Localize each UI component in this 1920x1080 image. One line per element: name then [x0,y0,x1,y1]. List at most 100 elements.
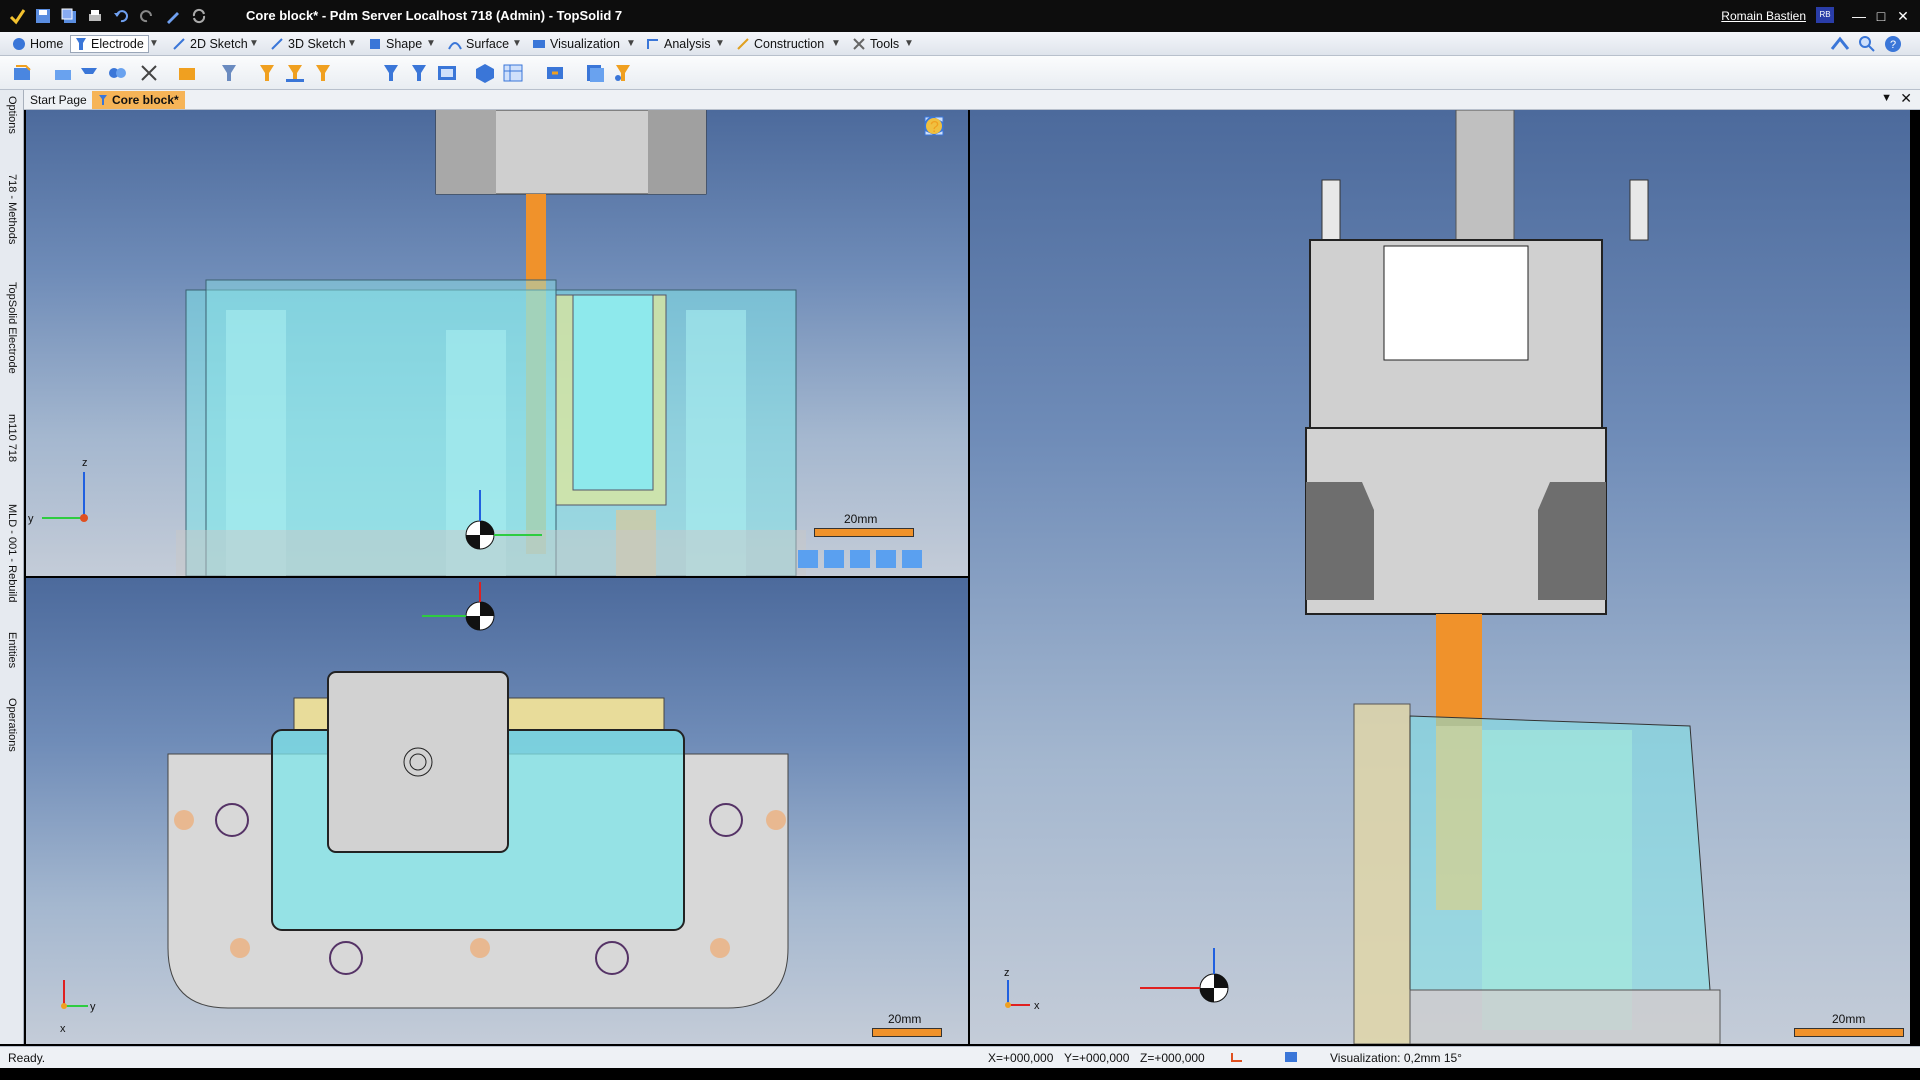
electrode-holder-shade [436,110,496,194]
menu-tools-label: Tools [870,37,900,51]
delete-electrode-icon[interactable] [138,62,160,84]
scale-bar-side [1794,1028,1904,1037]
menu-visualization[interactable]: Visualization [528,35,624,53]
electrode-window-icon[interactable] [436,62,458,84]
print-icon[interactable] [84,5,106,27]
visualization-mode-icon[interactable] [1284,1051,1298,1066]
shape-icon [370,39,380,49]
electrode-link-icon[interactable] [106,62,128,84]
holder-shade-left [1306,482,1374,600]
menu-2d-sketch[interactable]: 2D Sketch [168,35,252,53]
status-ready: Ready. [8,1051,46,1065]
axis-triad-side: z x [1004,967,1040,1012]
scale-label-top: 20mm [888,1012,922,1026]
section-icon[interactable] [924,124,958,264]
electrode-box-icon[interactable] [176,62,198,84]
menu-3d-sketch[interactable]: 3D Sketch [266,35,350,53]
viewport-side[interactable]: z x 20mm [970,110,1910,1044]
dock-tab-methods[interactable]: 718 - Methods [3,174,21,270]
tools-options-icon[interactable] [1830,35,1850,56]
viewport-top[interactable]: y x 20mm [26,578,968,1044]
dock-tab-entities[interactable]: Entities [3,632,21,688]
layout-icon[interactable] [924,119,958,296]
holder-window [1383,245,1529,361]
pan-icon[interactable] [924,117,958,172]
save-all-icon[interactable] [58,5,80,27]
chevron-down-icon[interactable]: ▼ [345,37,359,51]
dock-tab-m110[interactable]: m110 718 [3,414,21,494]
cavity-side [1482,730,1632,1030]
tab-list-dropdown-icon[interactable]: ▼ [1881,92,1892,104]
pen-icon[interactable] [162,5,184,27]
help-view-icon[interactable]: ? [924,119,958,448]
measure-icon[interactable] [924,123,958,204]
chevron-down-icon[interactable]: ▼ [510,37,524,51]
menu-surface[interactable]: Surface [444,35,513,53]
ribbon-menu-bar: Home Electrode ▼ 2D Sketch ▼ 3D Sketch ▼… [0,32,1920,56]
viewport-front[interactable]: z y 20mm ? [26,110,968,576]
electrode-blank-icon[interactable] [52,62,74,84]
user-name-link[interactable]: Romain Bastien [1721,9,1806,23]
view-cube-icon[interactable] [924,117,958,388]
menu-tools[interactable]: Tools [848,35,903,53]
svg-text:x: x [60,1023,66,1035]
chevron-down-icon[interactable]: ▼ [147,37,161,51]
chevron-down-icon[interactable]: ▼ [902,37,916,51]
dock-tab-topsolid-electrode[interactable]: TopSolid Electrode [3,282,21,402]
electrode-blue-2-icon[interactable] [408,62,430,84]
close-document-icon[interactable]: ✕ [1900,90,1912,107]
electrode-select-icon[interactable] [218,62,240,84]
electrode-table-icon[interactable] [502,62,524,84]
menu-analysis[interactable]: Analysis [642,35,715,53]
menu-electrode[interactable]: Electrode [70,35,149,53]
electrode-holder-icon[interactable] [78,62,100,84]
chevron-down-icon[interactable]: ▼ [247,37,261,51]
electrode-tip-3-icon[interactable] [312,62,334,84]
zoom-icon[interactable] [924,117,958,356]
undo-icon[interactable] [110,5,132,27]
document-tabs: Start Page Core block* ▼ ✕ [24,90,1920,110]
new-electrode-icon[interactable] [12,62,34,84]
tab-start-page-label: Start Page [30,93,87,107]
electrode-tip-2-icon[interactable] [284,62,306,84]
menu-construction[interactable]: Construction [732,35,828,53]
svg-text:x: x [1034,1000,1040,1012]
electrode-blue-icon[interactable] [380,62,402,84]
electrode-report-icon[interactable] [584,62,606,84]
electrode-tip-icon[interactable] [256,62,278,84]
dock-tab-operations[interactable]: Operations [3,698,21,778]
menu-surface-label: Surface [466,37,510,51]
chevron-down-icon[interactable]: ▼ [424,37,438,51]
zoom-window-icon[interactable] [924,116,958,326]
orbit-icon[interactable] [924,119,958,234]
redo-icon[interactable] [136,5,158,27]
dock-tab-options[interactable]: Options [3,96,21,156]
search-icon[interactable] [1858,35,1876,56]
save-icon[interactable] [32,5,54,27]
dock-tab-mld-rebuild[interactable]: MLD - 001 - Rebuild [3,504,21,624]
menu-shape[interactable]: Shape [364,35,426,53]
close-icon[interactable]: ✕ [1894,7,1912,25]
tab-core-block[interactable]: Core block* [92,91,185,109]
maximize-icon[interactable]: □ [1872,7,1890,25]
visualization-icon [533,40,545,48]
chevron-down-icon[interactable]: ▼ [713,37,727,51]
electrode-cube-icon[interactable] [474,62,496,84]
electrode-export-icon[interactable] [544,62,566,84]
view-toolbar-bottom[interactable] [798,550,922,568]
app-menu-icon[interactable] [6,5,28,27]
chevron-down-icon[interactable]: ▼ [829,37,843,51]
minimize-icon[interactable]: — [1850,7,1868,25]
coordinate-system-icon[interactable] [1230,1051,1244,1066]
user-avatar[interactable]: RB [1816,7,1834,23]
chevron-down-icon[interactable]: ▼ [624,37,638,51]
render-palette-icon[interactable] [924,118,958,418]
refresh-icon[interactable] [188,5,210,27]
svg-text:?: ? [1890,39,1896,51]
help-icon[interactable]: ? [1884,35,1902,56]
electrode-machining-icon[interactable] [612,62,634,84]
scale-bar-top [872,1028,942,1037]
menu-home[interactable]: Home [8,35,67,53]
tab-start-page[interactable]: Start Page [24,91,93,109]
menu-shape-label: Shape [386,37,423,51]
